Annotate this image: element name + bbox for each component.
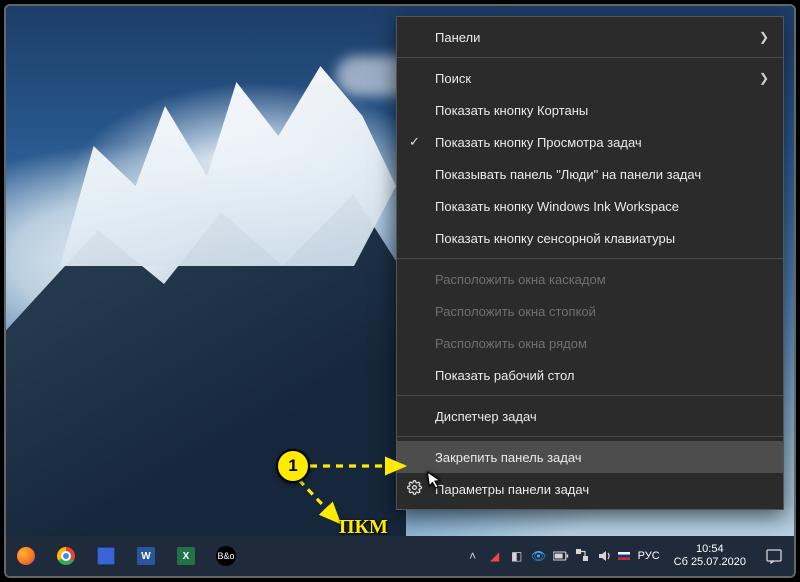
gear-icon [407,480,422,498]
taskbar-app-firefox[interactable] [6,536,46,576]
menu-label: Параметры панели задач [435,482,589,497]
taskbar-app-save[interactable] [86,536,126,576]
bo-icon: B&o [216,546,236,566]
menu-separator [397,57,783,58]
menu-lock-taskbar[interactable]: Закрепить панель задач [397,441,783,473]
menu-label: Показать кнопку Кортаны [435,103,588,118]
chevron-right-icon: ❯ [759,71,769,85]
menu-label: Расположить окна рядом [435,336,587,351]
taskbar-app-bo-audio[interactable]: B&o [206,536,246,576]
menu-separator [397,436,783,437]
menu-label: Панели [435,30,480,45]
menu-label: Показать рабочий стол [435,368,574,383]
menu-stack-windows: Расположить окна стопкой [397,295,783,327]
clock-time: 10:54 [674,543,746,556]
tray-clock[interactable]: 10:54 Сб 25.07.2020 [666,536,754,576]
clock-date: Сб 25.07.2020 [674,556,746,569]
system-tray: ˄ ◢ ◧ 👁 РУС 10:54 Сб 25.07.2020 [462,536,794,576]
check-icon: ✓ [409,134,420,150]
menu-separator [397,395,783,396]
chrome-icon [57,547,75,565]
menu-label: Расположить окна каскадом [435,272,606,287]
tray-eye-icon[interactable]: 👁 [528,536,550,576]
menu-panels[interactable]: Панели ❯ [397,21,783,53]
tray-chevron-up-icon[interactable]: ˄ [462,536,484,576]
menu-label: Расположить окна стопкой [435,304,596,319]
tray-battery-icon[interactable] [550,536,572,576]
menu-show-desktop[interactable]: Показать рабочий стол [397,359,783,391]
taskbar-app-chrome[interactable] [46,536,86,576]
taskbar[interactable]: W X B&o ˄ ◢ ◧ 👁 РУС 10:54 Сб 25 [6,536,794,576]
annotation-step-marker: 1 [276,449,310,483]
menu-label: Поиск [435,71,471,86]
tray-app-icon[interactable]: ◧ [506,536,528,576]
tray-security-icon[interactable]: ◢ [484,536,506,576]
menu-search[interactable]: Поиск ❯ [397,62,783,94]
excel-icon: X [177,547,195,565]
taskbar-app-excel[interactable]: X [166,536,206,576]
tray-flag-icon[interactable] [616,536,632,576]
annotation-label: ПКМ [339,516,388,539]
menu-taskview-button[interactable]: ✓ Показать кнопку Просмотра задач [397,126,783,158]
menu-side-windows: Расположить окна рядом [397,327,783,359]
taskbar-pinned-apps: W X B&o [6,536,246,576]
menu-task-manager[interactable]: Диспетчер задач [397,400,783,432]
tray-notifications[interactable] [754,536,794,576]
menu-label: Показать кнопку сенсорной клавиатуры [435,231,675,246]
chevron-right-icon: ❯ [759,30,769,44]
menu-separator [397,258,783,259]
menu-people-bar[interactable]: Показывать панель "Люди" на панели задач [397,158,783,190]
menu-taskbar-settings[interactable]: Параметры панели задач [397,473,783,505]
menu-touch-keyboard[interactable]: Показать кнопку сенсорной клавиатуры [397,222,783,254]
menu-cascade-windows: Расположить окна каскадом [397,263,783,295]
word-icon: W [137,547,155,565]
firefox-icon [17,547,35,565]
mouse-cursor-icon [426,469,445,496]
menu-cortana-button[interactable]: Показать кнопку Кортаны [397,94,783,126]
menu-label: Диспетчер задач [435,409,537,424]
taskbar-context-menu: Панели ❯ Поиск ❯ Показать кнопку Кортаны… [396,16,784,510]
menu-label: Закрепить панель задач [435,450,582,465]
taskbar-app-word[interactable]: W [126,536,166,576]
menu-windows-ink[interactable]: Показать кнопку Windows Ink Workspace [397,190,783,222]
tray-network-icon[interactable] [572,536,594,576]
floppy-icon [97,547,115,565]
menu-label: Показать кнопку Просмотра задач [435,135,642,150]
tray-volume-icon[interactable] [594,536,616,576]
menu-label: Показать кнопку Windows Ink Workspace [435,199,679,214]
menu-label: Показывать панель "Люди" на панели задач [435,167,701,182]
tray-language[interactable]: РУС [632,550,666,562]
